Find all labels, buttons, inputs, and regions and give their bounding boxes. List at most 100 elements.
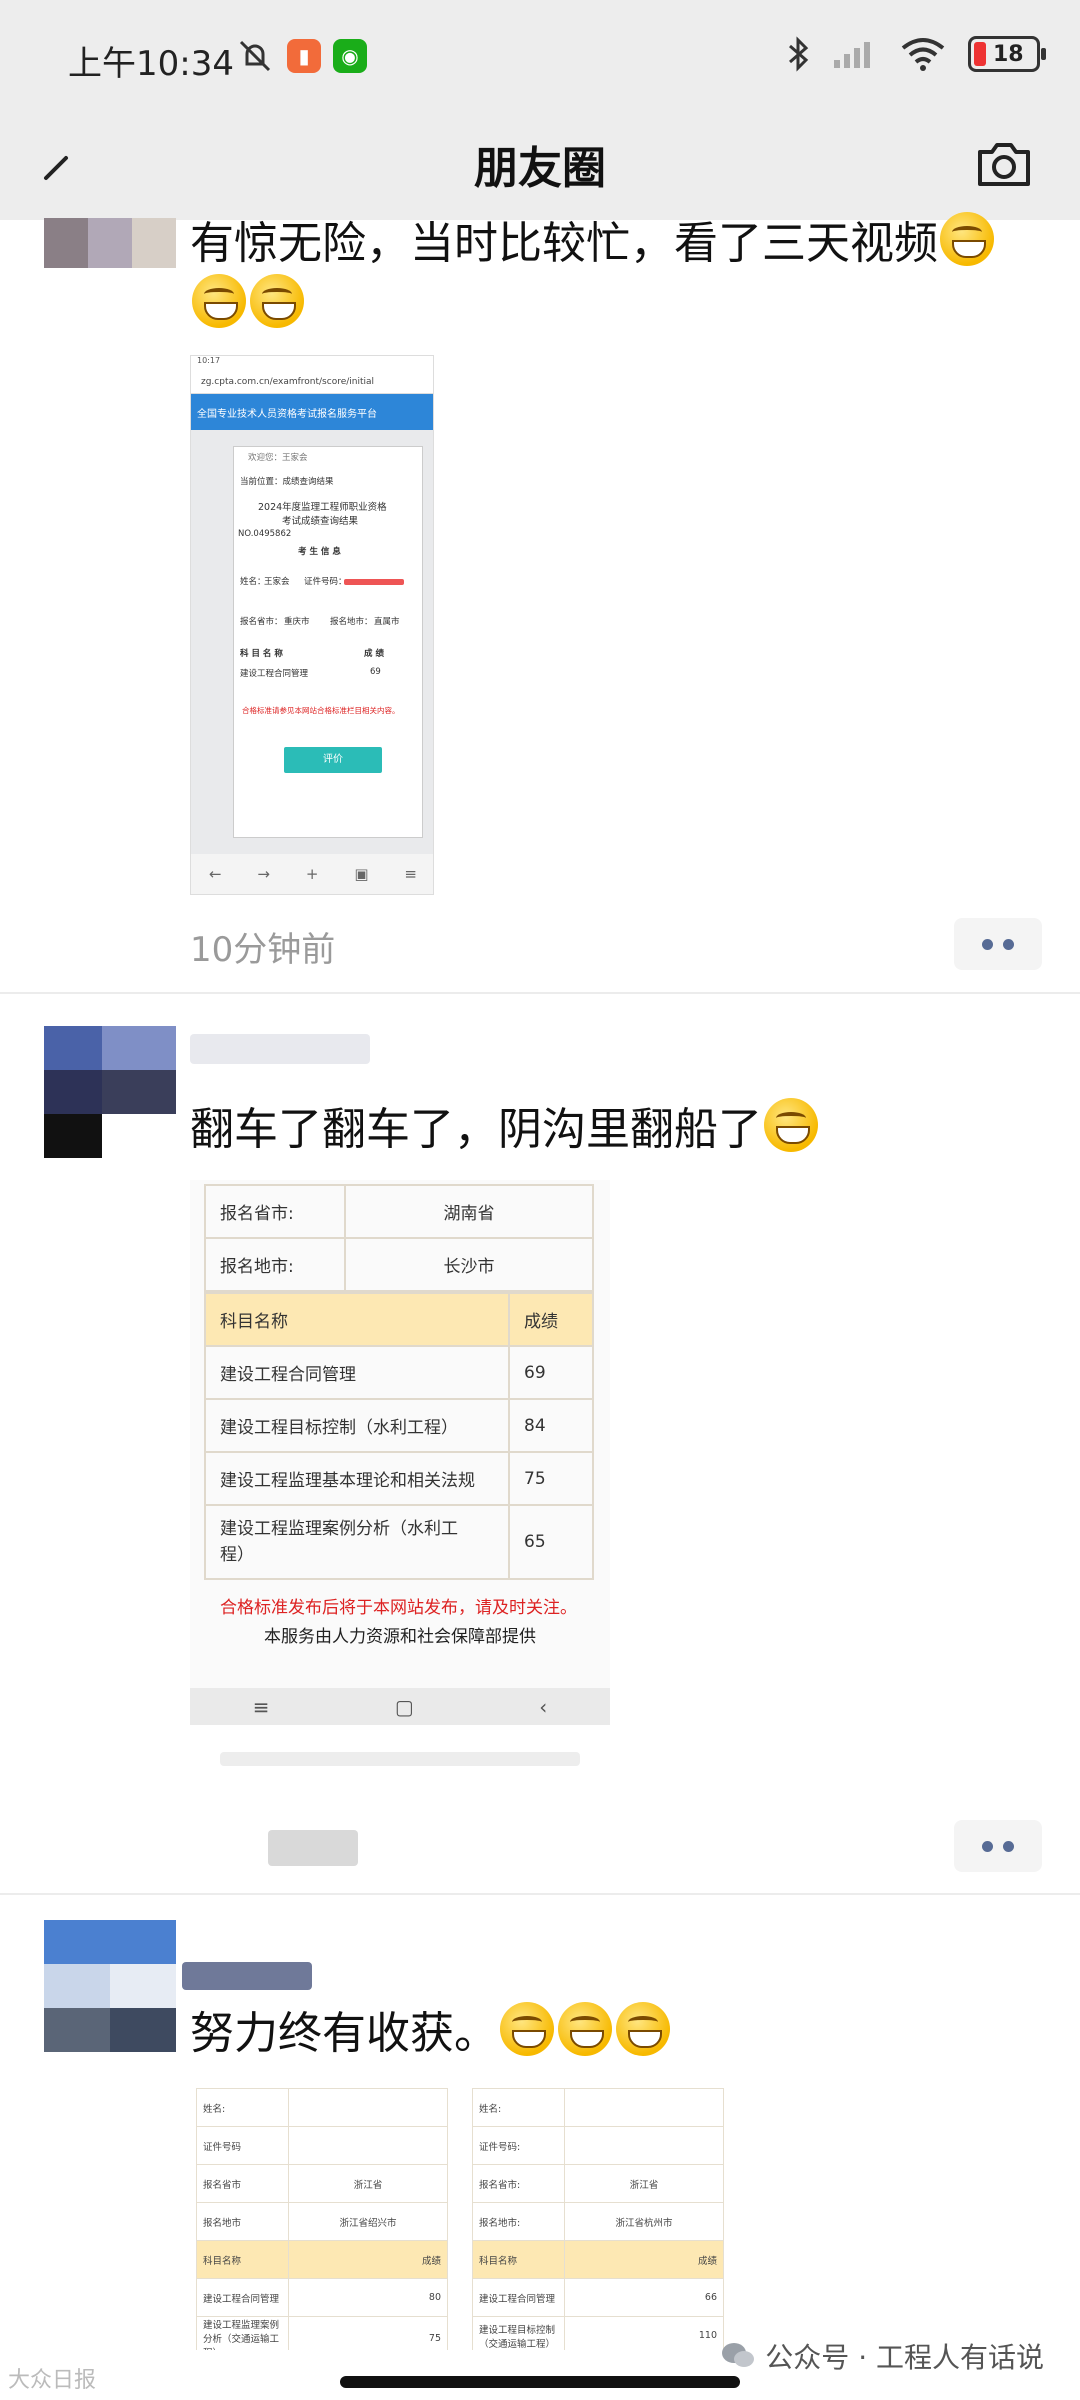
subject-score: 69 xyxy=(508,1345,594,1400)
table-row: 建设工程合同管理 69 xyxy=(204,1345,594,1400)
avatar[interactable] xyxy=(44,218,176,268)
app-notification-icon: ▮ xyxy=(287,39,321,73)
subject-name: 建设工程合同管理 xyxy=(196,2278,289,2317)
subject-score: 80 xyxy=(288,2278,448,2317)
moments-header: 朋友圈 xyxy=(0,110,1080,220)
city-label: 报名地市: xyxy=(204,1237,346,1292)
table-row: 建设工程合同管理 80 xyxy=(196,2278,448,2317)
table-row: 建设工程目标控制（水利工程） 84 xyxy=(204,1398,594,1453)
col-subject: 科目名称 xyxy=(204,1292,510,1347)
name-value: 王家会 xyxy=(264,577,290,587)
id-value xyxy=(564,2126,724,2165)
laugh-cry-emoji xyxy=(192,274,246,328)
post-image-left[interactable]: 姓名: 证件号码 报名省市 浙江省 报名地市 浙江省绍兴市 科目名称 成绩 建设工程合… xyxy=(196,2088,448,2350)
plus-icon: + xyxy=(305,865,319,883)
province-value: 重庆市 xyxy=(284,617,310,627)
redacted-id xyxy=(344,579,404,585)
blurred-text xyxy=(220,1752,580,1766)
subject-name-line1: 建设工程监理案例分析（水利工 xyxy=(220,1519,458,1539)
subject-name: 建设工程目标控制（交通运输工程） xyxy=(472,2316,565,2350)
province-label: 报名省市 xyxy=(196,2164,289,2203)
forward-arrow-icon: → xyxy=(257,865,270,883)
subject-name: 建设工程合同管理 xyxy=(240,669,309,679)
home-icon: ▢ xyxy=(394,1694,414,1719)
status-notification-icons: ▮ ◉ xyxy=(235,38,367,74)
more-actions-button[interactable] xyxy=(954,1820,1042,1872)
grin-emoji xyxy=(764,1098,818,1152)
post-text-content: 翻车了翻车了，阴沟里翻船了 xyxy=(190,1104,762,1155)
id-label: 证件号码 xyxy=(196,2126,289,2165)
post-text: 翻车了翻车了，阴沟里翻船了 xyxy=(190,1098,820,1160)
battery-level: 18 xyxy=(993,41,1024,67)
back-icon: ‹ xyxy=(539,1694,548,1719)
col-subject: 科目名称 xyxy=(196,2240,289,2279)
post-text: 努力终有收获。 xyxy=(190,2002,672,2064)
notice-provider: 本服务由人力资源和社会保障部提供 xyxy=(264,1627,536,1647)
more-actions-button[interactable] xyxy=(954,918,1042,970)
id-label: 证件号码: xyxy=(472,2126,565,2165)
screenshot-status: 10:17 xyxy=(191,356,433,372)
table-row: 建设工程目标控制（交通运输工程） 110 xyxy=(472,2316,724,2350)
subject-score: 69 xyxy=(370,667,381,677)
name-value xyxy=(288,2088,448,2127)
screenshot-url: zg.cpta.com.cn/examfront/score/initial xyxy=(191,372,433,394)
location-text: 当前位置：成绩查询结果 xyxy=(240,477,334,487)
subject-score: 65 xyxy=(508,1504,594,1580)
city-value: 长沙市 xyxy=(344,1237,594,1292)
city-value: 浙江省绍兴市 xyxy=(288,2202,448,2241)
post-text-content: 努力终有收获。 xyxy=(190,2008,498,2059)
city-label: 报名地市: xyxy=(472,2202,565,2241)
screenshot-result-panel: 欢迎您：王家会 当前位置：成绩查询结果 2024年度监理工程师职业资格 考试成绩… xyxy=(233,446,423,838)
divider xyxy=(0,992,1080,994)
bluetooth-icon xyxy=(789,36,809,72)
home-indicator[interactable] xyxy=(340,2376,740,2388)
name-label: 姓名： xyxy=(240,577,266,587)
result-title-2: 考试成绩查询结果 xyxy=(282,516,359,527)
smile-emoji xyxy=(558,2002,612,2056)
post-text: 有惊无险，当时比较忙，看了三天视频 xyxy=(190,212,996,336)
result-number: NO.0495862 xyxy=(238,529,292,539)
screenshot-nav-bar: ≡ ▢ ‹ xyxy=(190,1688,610,1725)
post-image[interactable]: 报名省市: 湖南省 报名地市: 长沙市 科目名称 成绩 建设工程合同管理 69 … xyxy=(190,1180,610,1725)
menu-icon: ≡ xyxy=(252,1694,270,1719)
subject-name: 建设工程合同管理 xyxy=(472,2278,565,2317)
col-subject: 科目名称 xyxy=(472,2240,565,2279)
subject-score: 110 xyxy=(564,2316,724,2350)
subject-name: 建设工程合同管理 xyxy=(204,1345,510,1400)
signal-icon xyxy=(834,42,870,68)
city-label: 报名地市： xyxy=(330,617,373,627)
avatar[interactable] xyxy=(44,1920,176,2052)
post-image-right[interactable]: 姓名: 证件号码: 报名省市: 浙江省 报名地市: 浙江省杭州市 科目名称 成绩 建设… xyxy=(472,2088,724,2350)
id-label: 证件号码： xyxy=(304,577,347,587)
province-label: 报名省市： xyxy=(240,617,283,627)
col-score: 成绩 xyxy=(288,2240,448,2279)
laugh-cry-emoji xyxy=(940,212,994,266)
col-subject: 科 目 名 称 xyxy=(240,649,283,659)
score-table-left: 姓名: 证件号码 报名省市 浙江省 报名地市 浙江省绍兴市 科目名称 成绩 建设工程合… xyxy=(196,2088,448,2350)
screenshot-nav-bar: ← → + ▣ ≡ xyxy=(191,854,433,894)
back-arrow-icon: ← xyxy=(208,865,222,883)
table-row: 建设工程合同管理 66 xyxy=(472,2278,724,2317)
blurred-username xyxy=(182,1962,312,1990)
smile-emoji xyxy=(616,2002,670,2056)
province-label: 报名省市: xyxy=(204,1184,346,1239)
camera-icon[interactable] xyxy=(972,132,1036,196)
status-system-icons: 18 xyxy=(786,36,1046,72)
subject-score: 66 xyxy=(564,2278,724,2317)
status-bar: 上午10:34 ▮ ◉ 18 xyxy=(0,0,1080,110)
col-score: 成绩 xyxy=(508,1292,594,1347)
battery-icon: 18 xyxy=(968,36,1046,72)
subject-score: 84 xyxy=(508,1398,594,1453)
subject-name: 建设工程目标控制（水利工程） xyxy=(204,1398,510,1453)
name-label: 姓名: xyxy=(472,2088,565,2127)
post-image[interactable]: 10:17 zg.cpta.com.cn/examfront/score/ini… xyxy=(190,355,434,895)
evaluate-button: 评价 xyxy=(284,747,382,773)
score-notice: 合格标准请参见本网站合格标准栏目相关内容。 xyxy=(242,706,400,715)
post-time: 10分钟前 xyxy=(190,930,336,970)
mute-alarm-icon xyxy=(239,40,271,72)
province-value: 湖南省 xyxy=(344,1184,594,1239)
welcome-text: 欢迎您：王家会 xyxy=(248,453,308,463)
subject-name: 建设工程监理案例分析（水利工 程） xyxy=(204,1504,510,1580)
avatar[interactable] xyxy=(44,1026,176,1158)
subject-name-line2: 程） xyxy=(220,1545,254,1565)
